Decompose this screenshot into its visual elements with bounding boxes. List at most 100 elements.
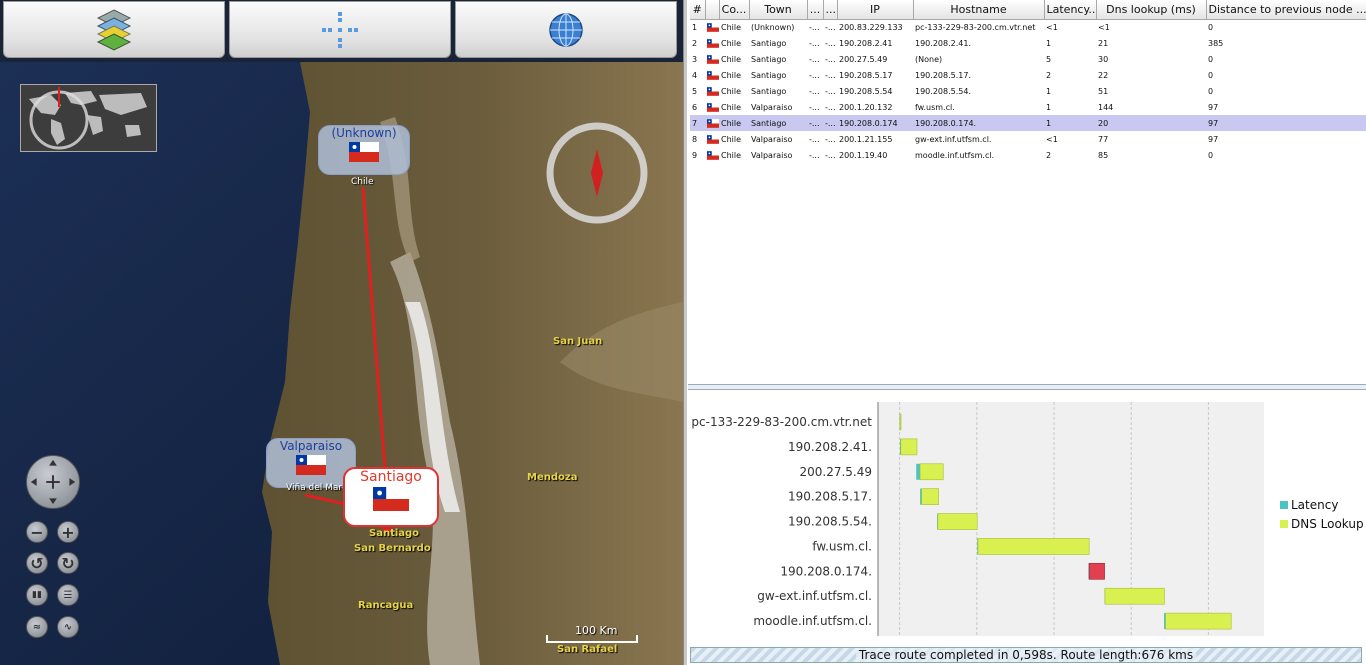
hop-balloon-santiago[interactable]: Santiago — [343, 467, 439, 527]
cell-dist: 0 — [1208, 150, 1214, 160]
place-label: Santiago — [369, 528, 420, 539]
cell-c4: -... — [807, 115, 823, 131]
map-panel[interactable]: San Juan Mendoza Santiago San Bernardo R… — [0, 0, 683, 665]
column-header[interactable]: # — [690, 0, 706, 20]
country-flag-cell — [705, 67, 719, 83]
column-header[interactable]: Dns lookup (ms) — [1096, 0, 1207, 20]
globe-button[interactable] — [455, 1, 677, 58]
terrain-icon: ∿ — [63, 621, 73, 633]
compass-icon — [546, 122, 648, 224]
column-header[interactable]: ... — [823, 0, 838, 20]
dns-lookup-bar — [977, 538, 1090, 555]
timing-chart-svg: pc-133-229-83-200.cm.vtr.net 190.208.2.41… — [691, 402, 1364, 636]
chile-flag-icon — [707, 22, 719, 32]
chile-flag-icon — [707, 86, 719, 96]
cell-n: 9 — [692, 150, 698, 160]
cell-c5: -... — [825, 86, 836, 96]
cell-ip: 200.1.19.40 — [839, 150, 888, 160]
cell-dist: 0 — [1208, 86, 1214, 96]
world-map-icon — [29, 87, 147, 150]
cell-lat: 1 — [1046, 38, 1052, 48]
hop-table[interactable]: # Co... Town...... IP Hostname Latency... Dns … — [690, 0, 1366, 163]
country-flag-cell — [705, 99, 719, 115]
column-header[interactable]: ... — [807, 0, 824, 20]
cell-lat: 5 — [1046, 54, 1052, 64]
cell-n: 5 — [692, 86, 698, 96]
column-header[interactable]: IP — [837, 0, 914, 20]
cell-c5: -... — [823, 115, 837, 131]
cell-dns: 30 — [1098, 54, 1109, 64]
legend-swatch — [1280, 501, 1288, 509]
dns-lookup-bar — [1088, 563, 1105, 580]
column-header[interactable]: Co... — [719, 0, 750, 20]
column-header[interactable]: Town — [749, 0, 808, 20]
cell-c4: -... — [809, 54, 820, 64]
map-view[interactable]: San Juan Mendoza Santiago San Bernardo R… — [0, 62, 683, 665]
table-row[interactable]: 5 Chile Santiago -... -... 190.208.5.54 190.20… — [690, 83, 1366, 99]
hop-balloon-unknown[interactable]: (Unknown) — [318, 125, 410, 175]
table-row[interactable]: 4 Chile Santiago -... -... 190.208.5.17 190.20… — [690, 67, 1366, 83]
terrain-button[interactable]: ∿ — [57, 616, 79, 638]
chile-flag-icon — [349, 142, 379, 162]
tilt-icon: ▮▮ — [32, 590, 42, 600]
elevation-button[interactable]: ≈ — [26, 616, 48, 638]
cell-dns: 22 — [1098, 70, 1109, 80]
table-row[interactable]: 3 Chile Santiago -... -... 200.27.5.49 (None) 5… — [690, 51, 1366, 67]
place-label: San Bernardo — [354, 543, 431, 554]
chile-flag-icon — [707, 38, 719, 48]
tilt-button[interactable]: ▮▮ — [26, 584, 48, 606]
dns-lookup-bar — [900, 438, 918, 456]
cell-country: Chile — [721, 54, 742, 64]
zoom-in-icon: + — [61, 522, 75, 542]
cell-town: Santiago — [751, 70, 787, 80]
horizontal-splitter[interactable] — [688, 384, 1366, 390]
rotate-left-icon: ↺ — [30, 553, 44, 573]
rotate-right-button[interactable]: ↻ — [57, 552, 79, 574]
column-header[interactable] — [705, 0, 720, 20]
table-header-row: # Co... Town...... IP Hostname Latency... Dns … — [690, 0, 1366, 20]
overview-minimap[interactable] — [20, 84, 157, 152]
table-row[interactable]: 2 Chile Santiago -... -... 190.208.2.41 190.20… — [690, 35, 1366, 51]
country-flag-cell — [705, 19, 719, 35]
column-header[interactable]: Latency... — [1044, 0, 1097, 20]
column-header[interactable]: Hostname — [913, 0, 1045, 20]
cell-town: Valparaiso — [751, 134, 793, 144]
balloon-label: (Unknown) — [331, 126, 397, 140]
cell-ip: 190.208.5.54 — [839, 86, 893, 96]
country-flag-cell — [705, 51, 719, 67]
chile-flag-icon — [373, 487, 409, 511]
status-bar: Trace route completed in 0,598s. Route l… — [690, 647, 1362, 663]
status-text: Trace route completed in 0,598s. Route l… — [855, 648, 1197, 662]
chile-flag-icon — [707, 134, 719, 144]
cell-host: 190.208.5.54. — [915, 86, 971, 96]
compass[interactable] — [543, 119, 651, 227]
layers-button[interactable] — [3, 1, 225, 58]
tilt-reset-button[interactable]: ☰ — [57, 584, 79, 606]
place-label: Rancagua — [358, 600, 414, 611]
cell-n: 3 — [692, 54, 698, 64]
balloon-country: Viña del Mar — [286, 483, 343, 493]
table-row[interactable]: 7 Chile Santiago -... -... 190.208.0.174 190.2… — [690, 115, 1366, 131]
column-header[interactable]: Distance to previous node ... — [1206, 0, 1366, 20]
cell-c5: -... — [825, 150, 836, 160]
cell-lat: 2 — [1046, 70, 1052, 80]
table-row[interactable]: 8 Chile Valparaiso -... -... 200.1.21.155 gw-e… — [690, 131, 1366, 147]
cell-lat: <1 — [1046, 134, 1058, 144]
cell-dns: <1 — [1098, 22, 1110, 32]
rotate-left-button[interactable]: ↺ — [26, 552, 48, 574]
cell-host: fw.usm.cl. — [915, 102, 955, 112]
zoom-out-button[interactable]: − — [26, 521, 48, 543]
cell-n: 8 — [692, 134, 698, 144]
cell-dist: 385 — [1208, 38, 1224, 48]
pan-control[interactable] — [26, 455, 80, 509]
category-label: fw.usm.cl. — [812, 539, 872, 553]
cell-n: 4 — [692, 70, 698, 80]
cell-ip: 190.208.5.17 — [839, 70, 893, 80]
table-row[interactable]: 1 Chile (Unknown) -... -... 200.83.229.133 pc-… — [690, 19, 1366, 35]
crosshair-button[interactable] — [229, 1, 451, 58]
category-label: pc-133-229-83-200.cm.vtr.net — [691, 415, 872, 429]
table-row[interactable]: 9 Chile Valparaiso -... -... 200.1.19.40 moodl… — [690, 147, 1366, 163]
cell-ip: 200.1.20.132 — [839, 102, 893, 112]
table-row[interactable]: 6 Chile Valparaiso -... -... 200.1.20.132 fw.u… — [690, 99, 1366, 115]
zoom-in-button[interactable]: + — [57, 521, 79, 543]
